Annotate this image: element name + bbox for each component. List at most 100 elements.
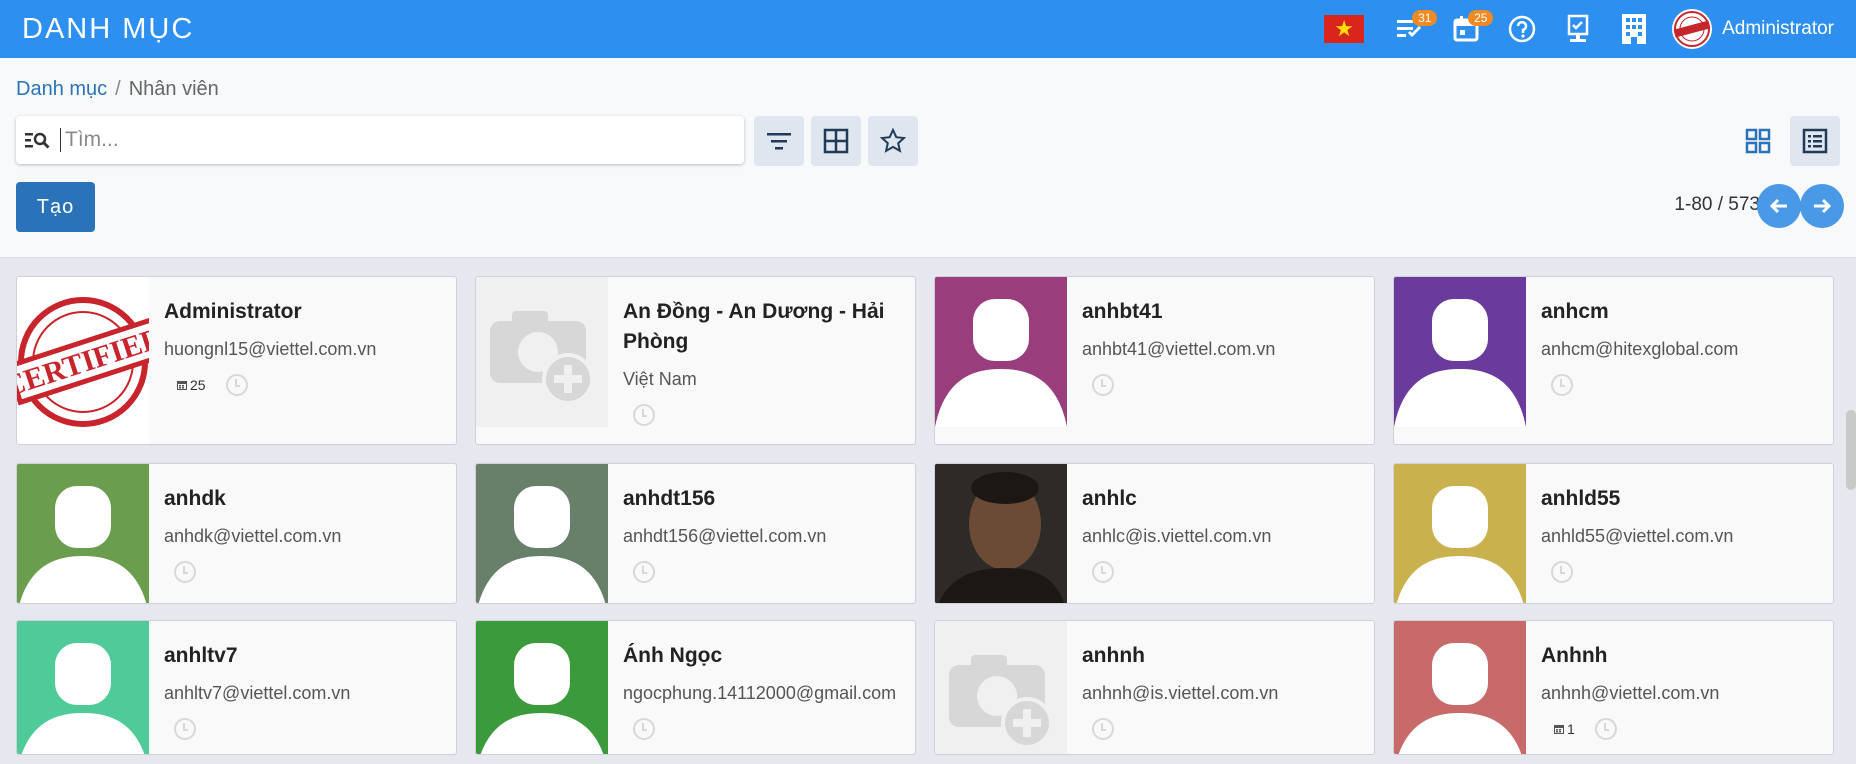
employee-avatar[interactable]: [1394, 464, 1526, 603]
filter-button[interactable]: [754, 116, 804, 166]
employee-card[interactable]: anhld55 anhld55@viettel.com.vn: [1393, 463, 1834, 604]
user-name: Administrator: [1722, 18, 1834, 39]
kanban-view-button[interactable]: [1733, 116, 1783, 166]
employee-email: anhlc@is.viettel.com.vn: [1082, 526, 1272, 546]
activity-clock-icon[interactable]: [1092, 374, 1114, 396]
employee-email: anhbt41@viettel.com.vn: [1082, 339, 1276, 359]
employee-card-meta: 25: [164, 374, 456, 396]
employee-card[interactable]: Ánh Ngọc ngocphung.14112000@gmail.com: [475, 620, 916, 755]
company-button[interactable]: [1614, 0, 1654, 58]
employee-card[interactable]: anhdt156 anhdt156@viettel.com.vn: [475, 463, 916, 604]
help-icon: [1508, 15, 1536, 43]
employee-name: Ánh Ngọc: [623, 644, 723, 667]
employee-avatar[interactable]: [1394, 621, 1526, 754]
activity-clock-icon[interactable]: [633, 718, 655, 740]
employee-avatar[interactable]: [476, 621, 608, 754]
employee-avatar[interactable]: [476, 277, 608, 444]
activities-count-badge: 31: [1412, 10, 1438, 26]
create-button[interactable]: Tạo: [16, 182, 95, 232]
employee-card-meta: 1: [1541, 718, 1833, 740]
employee-card-meta: [1541, 374, 1833, 396]
search-options-icon[interactable]: [16, 130, 60, 150]
employee-card[interactable]: anhnh anhnh@is.viettel.com.vn: [934, 620, 1375, 755]
employee-card[interactable]: anhltv7 anhltv7@viettel.com.vn: [16, 620, 457, 755]
activity-clock-icon[interactable]: [1551, 374, 1573, 396]
employee-name: An Đồng - An Dương - Hải Phòng: [623, 300, 885, 353]
list-view-button[interactable]: [1790, 116, 1840, 166]
breadcrumb-parent-link[interactable]: Danh mục: [16, 78, 107, 100]
employee-avatar[interactable]: [1394, 277, 1526, 444]
employee-card[interactable]: anhcm anhcm@hitexglobal.com: [1393, 276, 1834, 445]
language-selector[interactable]: ★: [1324, 0, 1382, 58]
employee-card[interactable]: An Đồng - An Dương - Hải Phòng Việt Nam: [475, 276, 916, 445]
user-avatar[interactable]: [1672, 9, 1713, 49]
employee-avatar[interactable]: [935, 464, 1067, 603]
attendance-button[interactable]: [1558, 0, 1598, 58]
employee-card-body: anhnh anhnh@is.viettel.com.vn: [1067, 621, 1374, 754]
employee-avatar[interactable]: [935, 277, 1067, 444]
employee-avatar[interactable]: [935, 621, 1067, 754]
employee-card-meta: [623, 718, 915, 740]
activity-clock-icon[interactable]: [1551, 561, 1573, 583]
employee-avatar[interactable]: CERTIFIED: [17, 277, 149, 444]
employee-card[interactable]: anhlc anhlc@is.viettel.com.vn: [934, 463, 1375, 604]
employee-card[interactable]: anhdk anhdk@viettel.com.vn: [16, 463, 457, 604]
activity-clock-icon[interactable]: [1594, 718, 1617, 740]
navbar-right: ★ 31 25 Administrator: [1324, 0, 1856, 58]
employee-avatar[interactable]: [476, 464, 608, 603]
employee-card[interactable]: Anhnh anhnh@viettel.com.vn 1: [1393, 620, 1834, 755]
calendar-count-badge: 25: [1468, 10, 1494, 26]
employee-name: anhdt156: [623, 487, 716, 510]
employee-card-body: Administrator huongnl15@viettel.com.vn 25: [149, 277, 456, 444]
app-title[interactable]: DANH MỤC: [22, 13, 194, 46]
activity-clock-icon[interactable]: [174, 561, 196, 583]
employee-name: anhlc: [1082, 487, 1137, 510]
arrow-left-icon: [1769, 198, 1787, 214]
kiosk-check-icon: [1567, 14, 1589, 42]
scrollbar-thumb[interactable]: [1846, 410, 1856, 490]
employee-email: anhnh@is.viettel.com.vn: [1082, 683, 1279, 703]
pager-previous-button[interactable]: [1757, 184, 1801, 228]
vietnam-flag-icon[interactable]: ★: [1324, 15, 1365, 43]
search-input[interactable]: [60, 128, 720, 152]
employee-card[interactable]: anhbt41 anhbt41@viettel.com.vn: [934, 276, 1375, 445]
employee-card-body: Anhnh anhnh@viettel.com.vn 1: [1526, 621, 1833, 754]
activity-clock-icon[interactable]: [633, 404, 655, 426]
employee-name: Administrator: [164, 300, 302, 323]
employee-card-body: anhlc anhlc@is.viettel.com.vn: [1067, 464, 1374, 603]
activity-clock-icon[interactable]: [633, 561, 655, 583]
employee-name: Anhnh: [1541, 644, 1608, 667]
breadcrumb: Danh mục / Nhân viên: [16, 78, 219, 101]
employee-card-body: anhcm anhcm@hitexglobal.com: [1526, 277, 1833, 444]
employee-email: anhdt156@viettel.com.vn: [623, 526, 827, 546]
grid-group-icon: [823, 128, 849, 154]
employee-card[interactable]: CERTIFIED Administrator huongnl15@viettel.…: [16, 276, 457, 445]
group-by-button[interactable]: [811, 116, 861, 166]
favorites-button[interactable]: [868, 116, 918, 166]
star-icon: [880, 128, 906, 153]
pager-next-button[interactable]: [1800, 184, 1844, 228]
activity-clock-icon[interactable]: [1092, 718, 1114, 740]
activity-clock-icon[interactable]: [174, 718, 196, 740]
filter-icon: [767, 133, 791, 150]
user-menu[interactable]: Administrator: [1672, 9, 1834, 49]
employee-card-meta: [1541, 561, 1833, 583]
help-button[interactable]: [1502, 0, 1542, 58]
employee-card-body: An Đồng - An Dương - Hải Phòng Việt Nam: [608, 277, 915, 444]
activity-clock-icon[interactable]: [225, 374, 248, 396]
calendar-button[interactable]: 25: [1446, 0, 1494, 58]
activity-clock-icon[interactable]: [1092, 561, 1114, 583]
employee-card-meta: [623, 404, 915, 426]
employee-avatar[interactable]: [17, 621, 149, 754]
pager-value[interactable]: 1-80 / 573: [1674, 194, 1760, 216]
employee-email: anhltv7@viettel.com.vn: [164, 683, 351, 703]
employee-avatar[interactable]: [17, 464, 149, 603]
employee-name: anhnh: [1082, 644, 1145, 667]
breadcrumb-separator: /: [115, 78, 121, 100]
employee-card-body: anhdt156 anhdt156@viettel.com.vn: [608, 464, 915, 603]
employee-card-meta: [1082, 374, 1374, 396]
employee-card-body: anhbt41 anhbt41@viettel.com.vn: [1067, 277, 1374, 444]
employee-email: anhld55@viettel.com.vn: [1541, 526, 1734, 546]
activities-button[interactable]: 31: [1390, 0, 1438, 58]
top-navbar: DANH MỤC ★ 31 25 Administrator: [0, 0, 1856, 58]
